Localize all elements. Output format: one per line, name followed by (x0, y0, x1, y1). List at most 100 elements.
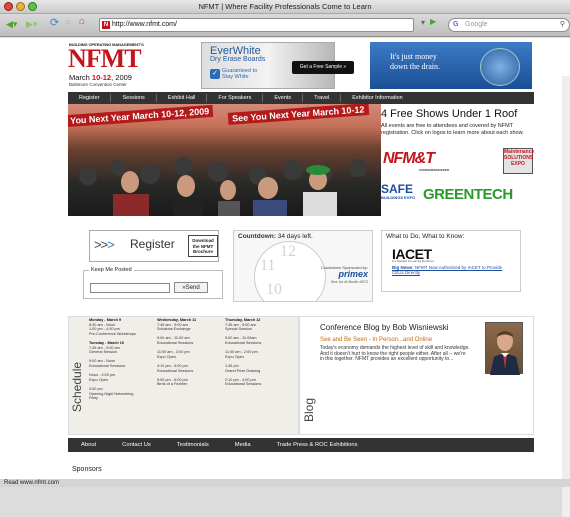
event-date: March 10-12, 2009 (69, 73, 132, 82)
date-year: , 2009 (111, 73, 132, 82)
schedule-line: Party (89, 396, 98, 401)
ad-money-line1: It's just money (390, 52, 437, 61)
window-title: NFMT | Where Facility Professionals Come… (198, 2, 372, 11)
iacet-tagline: The Standard for Learning Excellence (392, 260, 434, 263)
schedule-line: Birds of a Feather (157, 382, 188, 387)
back-arrow-icon[interactable]: ◀▾ (6, 18, 17, 31)
email-input[interactable] (90, 283, 170, 293)
everwhite-ad[interactable]: EverWhite Dry Erase Boards ✓ Guaranteed … (201, 42, 354, 89)
nav-exhibitor-information[interactable]: Exhibitor Information (341, 94, 413, 102)
date-prefix: March (69, 73, 92, 82)
magnifier-icon[interactable]: ⚲ (560, 19, 565, 31)
blog-post-link[interactable]: See and Be Seen - In Person...and Online (320, 337, 432, 343)
schedule-col-wednesday: Wednesday, March 11 7:45 am - 9:00 am Solu… (157, 318, 196, 387)
maintenance-solutions-logo[interactable]: Maintenance SOLUTIONS EXPO (503, 148, 534, 174)
schedule-line: Solutions Exchange (157, 327, 191, 332)
register-label: Register (130, 237, 175, 251)
footer-contact-us[interactable]: Contact Us (109, 442, 164, 448)
shows-description: All events are free to attendees and cov… (381, 123, 524, 136)
countdown-box: Countdown: 34 days left. 12 11 10 Countd… (233, 230, 373, 302)
clock-numeral-10: 10 (266, 281, 282, 298)
address-bar[interactable]: N http://www.nfmt.com/ (99, 18, 414, 32)
keep-me-posted-box: Keep Me Posted »Send (83, 267, 223, 299)
search-field[interactable]: G Google ⚲ (448, 18, 570, 32)
blog-title: Conference Blog by Bob Wisniewski (320, 323, 449, 332)
ad-guarantee: Guaranteed to Stay White (222, 68, 258, 80)
iacet-news-link[interactable]: Big News: NFMT Now Authorized by IACET t… (392, 265, 512, 275)
blog-panel: Blog Conference Blog by Bob Wisniewski S… (299, 316, 534, 435)
blog-excerpt: Today's economy demands the highest leve… (320, 345, 470, 363)
money-drain-ad[interactable]: It's just money down the drain. (370, 42, 532, 89)
nav-sessions[interactable]: Sessions (111, 94, 157, 102)
nav-exhibit-hall[interactable]: Exhibit Hall (157, 94, 208, 102)
browser-window: NFMT | Where Facility Professionals Come… (0, 0, 570, 517)
browser-toolbar: ◀▾ ▶▾ ⟳ ○ ⌂ N http://www.nfmt.com/ ▾ ▶ G… (0, 14, 570, 37)
banner-text-4: March 10-12 (312, 104, 365, 118)
logo-name: NFMT (68, 44, 142, 73)
banner-text-2: March 10-12, 2009 (131, 106, 210, 122)
safe-badge-sub: BUILDINGS EXPO (381, 195, 416, 200)
search-placeholder: Google (465, 21, 488, 28)
nav-events[interactable]: Events (263, 94, 304, 102)
banner-text-1: You Next Year (69, 111, 131, 126)
ad-money-line2: down the drain. (390, 62, 440, 71)
nfmt-badge-sub: CONFERENCE/EXPO (419, 168, 450, 172)
footer-testimonials[interactable]: Testimonials (164, 442, 222, 448)
send-button[interactable]: »Send (174, 282, 208, 293)
free-shows-panel: 4 Free Shows Under 1 Roof All events are… (381, 104, 534, 216)
nfmt-page: BUILDING OPERATING MANAGEMENT'S NFMT Mar… (68, 38, 534, 479)
footer-nav: About Contact Us Testimonials Media Trad… (68, 438, 534, 452)
know-heading: What to Do, What to Know: (386, 233, 465, 240)
nav-for-speakers[interactable]: For Speakers (207, 94, 264, 102)
event-venue: Baltimore Convention Center (69, 82, 127, 87)
reload-icon[interactable]: ⟳ (50, 16, 59, 29)
schedule-line: Educational Sessions (157, 368, 194, 373)
greentech-logo[interactable]: GREENTECH (423, 186, 523, 208)
free-sample-button[interactable]: Get a Free Sample » (292, 61, 354, 74)
main-nav: Register Sessions Exhibit Hall For Speak… (68, 92, 534, 104)
stop-icon[interactable]: ○ (65, 17, 71, 28)
rss-dropdown-icon[interactable]: ▾ (421, 18, 425, 27)
safe-buildings-logo[interactable]: SAFE BUILDINGS EXPO (381, 182, 419, 208)
footer-about[interactable]: About (68, 442, 109, 448)
sponsors-heading: Sponsors (72, 466, 102, 473)
footer-trade-press[interactable]: Trade Press & ROC Exhibitions (264, 442, 371, 448)
blog-label: Blog (302, 397, 316, 422)
schedule-line: Pre-Conference Workshops (89, 331, 136, 336)
hero-banner: You Next Year March 10-12, 2009 (68, 104, 214, 128)
primex-booth: See Us at Booth #572 (330, 280, 368, 284)
schedule-label: Schedule (70, 361, 84, 412)
countdown-label: Countdown: (238, 233, 276, 240)
ad-subtitle: Dry Erase Boards (210, 56, 266, 63)
schedule-line: Grand Prize Drawing (225, 368, 261, 373)
hero-crowd-photo: You Next Year March 10-12, 2009 See You … (68, 104, 381, 216)
download-brochure-button[interactable]: Download the NFMT Brochure (188, 235, 218, 257)
home-icon[interactable]: ⌂ (79, 16, 85, 27)
footer-media[interactable]: Media (222, 442, 264, 448)
primex-logo[interactable]: primex (338, 269, 368, 279)
banner-text-3: See You Next Year (231, 108, 311, 124)
countdown-text: Countdown: 34 days left. (238, 233, 313, 240)
keep-posted-legend: Keep Me Posted (89, 267, 134, 273)
clock-numeral-11: 11 (260, 257, 276, 274)
schedule-line: Thursday, March 12 (225, 318, 261, 322)
schedule-panel: Schedule Monday - March 9 8:30 am - Noon 1… (68, 316, 299, 435)
status-bar: Read www.nfmt.com (0, 479, 570, 487)
forward-arrow-icon[interactable]: ▶▾ (26, 18, 37, 31)
url-text: http://www.nfmt.com/ (112, 21, 177, 28)
register-box[interactable]: >>> Register Download the NFMT Brochure (89, 230, 219, 262)
clock-numeral-12: 12 (280, 243, 296, 260)
shows-heading: 4 Free Shows Under 1 Roof (381, 108, 518, 120)
go-arrow-icon[interactable]: ▶ (430, 17, 436, 26)
vertical-scrollbar[interactable] (562, 76, 570, 517)
nav-travel[interactable]: Travel (303, 94, 342, 102)
checkmark-icon: ✓ (210, 69, 220, 79)
google-search-icon: G (453, 21, 459, 28)
favicon-icon: N (102, 21, 110, 29)
schedule-line: Educational Sessions (157, 340, 194, 345)
schedule-line: Wednesday, March 11 (157, 318, 197, 322)
nav-register[interactable]: Register (68, 94, 112, 102)
schedule-col-monday-tuesday: Monday - March 9 8:30 am - Noon 1:00 pm - … (89, 318, 136, 401)
drain-coin-image (480, 48, 520, 86)
nfmt-show-logo[interactable]: NFM&T CONFERENCE/EXPO (381, 148, 467, 174)
